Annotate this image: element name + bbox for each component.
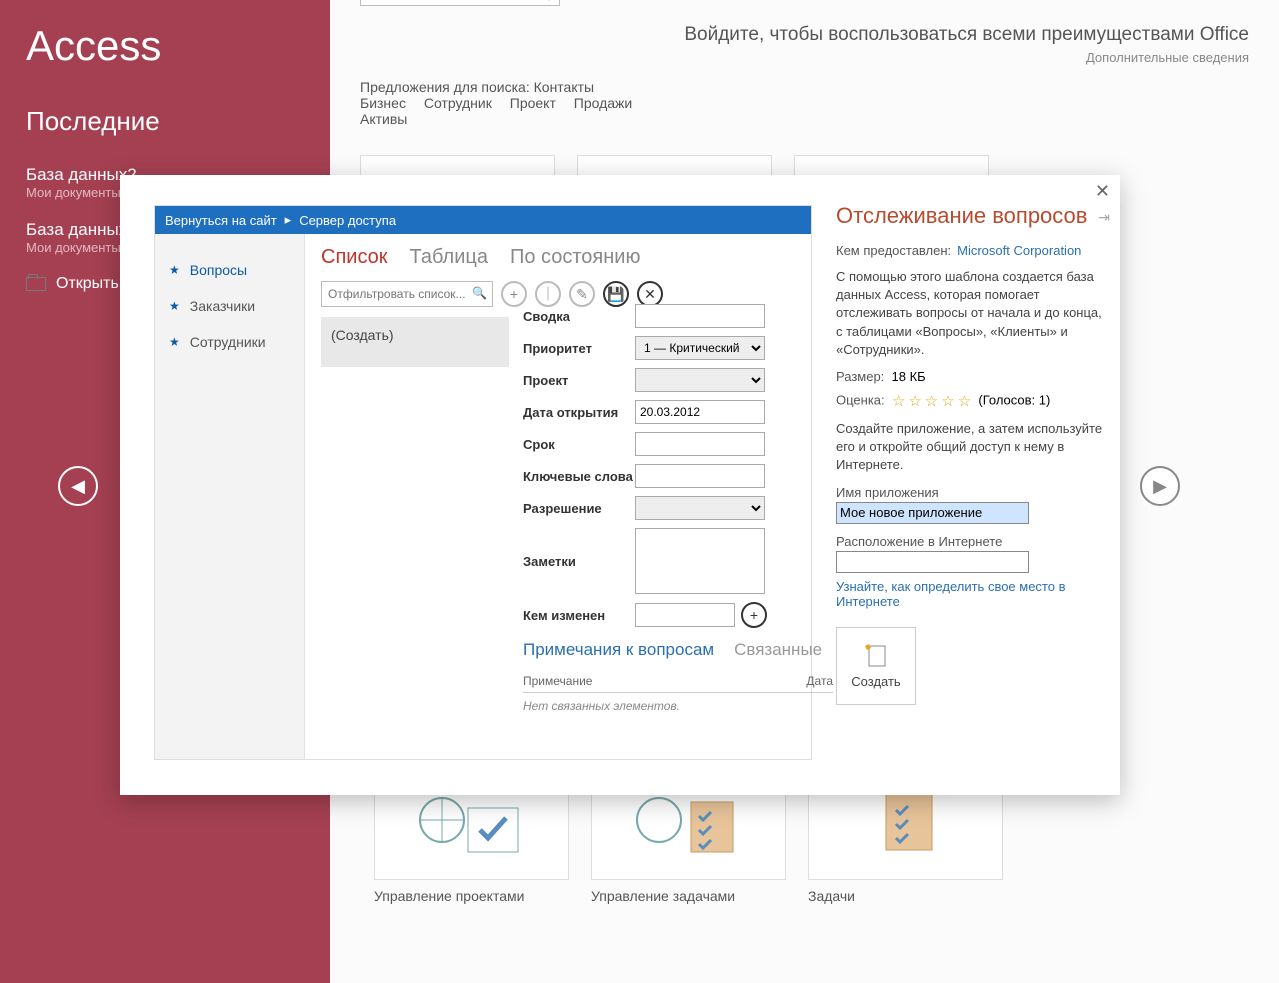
suggest-link[interactable]: Сотрудник (424, 95, 492, 111)
rating-label: Оценка: (836, 392, 885, 407)
col-header: Дата (806, 674, 833, 688)
template-caption: Управление задачами (591, 888, 786, 904)
subtab-notes[interactable]: Примечания к вопросам (523, 640, 714, 660)
filter-input[interactable] (321, 281, 493, 307)
app-name-label: Имя приложения (836, 485, 1104, 500)
star-icon: ☆ (958, 392, 971, 410)
field-label: Сводка (523, 309, 635, 324)
star-icon: ☆ (908, 392, 921, 410)
sidebar-item-employees[interactable]: ★Сотрудники (155, 324, 304, 360)
suggest-label: Предложения для поиска: (360, 79, 530, 95)
tab-table[interactable]: Таблица (410, 246, 488, 269)
field-label: Проект (523, 373, 635, 388)
next-template-arrow[interactable]: ▶ (1140, 466, 1180, 506)
col-header: Примечание (523, 674, 592, 688)
field-label: Приоритет (523, 341, 635, 356)
suggest-link[interactable]: Бизнес (360, 95, 406, 111)
signin-prompt[interactable]: Войдите, чтобы воспользоваться всеми пре… (360, 24, 1249, 46)
suggest-link[interactable]: Активы (360, 111, 407, 127)
create-description: Создайте приложение, а затем используйте… (836, 420, 1104, 475)
field-label: Заметки (523, 554, 635, 569)
project-select[interactable] (635, 368, 765, 392)
keywords-input[interactable] (635, 464, 765, 488)
size-label: Размер: (836, 369, 884, 384)
breadcrumb-current: Сервер доступа (299, 213, 396, 228)
star-icon: ☆ (941, 392, 954, 410)
provider-link[interactable]: Microsoft Corporation (957, 243, 1081, 258)
signin-more-link[interactable]: Дополнительные сведения (360, 50, 1249, 65)
preview-form: Сводка Приоритет1 — Критический Проект Д… (523, 304, 833, 713)
rating-stars[interactable]: ☆☆☆☆☆ (892, 392, 971, 410)
search-icon[interactable]: 🔍 (472, 286, 487, 300)
web-location-input[interactable] (836, 551, 1029, 573)
create-button-label: Создать (851, 674, 900, 689)
search-icon[interactable]: 🔍 (532, 0, 552, 2)
learn-web-link[interactable]: Узнайте, как определить свое место в Инт… (836, 579, 1104, 609)
field-label: Ключевые слова (523, 469, 635, 484)
due-input[interactable] (635, 432, 765, 456)
template-caption: Управление проектами (374, 888, 569, 904)
size-value: 18 КБ (892, 369, 926, 384)
recent-header: Последние (26, 106, 304, 137)
add-user-icon[interactable]: + (741, 602, 767, 628)
template-preview: Вернуться на сайт ▸ Сервер доступа ★Вопр… (154, 205, 812, 760)
new-file-icon (863, 642, 889, 668)
breadcrumb-link[interactable]: Вернуться на сайт (165, 213, 277, 228)
resolution-select[interactable] (635, 496, 765, 520)
template-title: Отслеживание вопросов (836, 203, 1104, 229)
create-button[interactable]: Создать (836, 627, 916, 705)
changed-by-input[interactable] (635, 603, 735, 627)
app-name-input[interactable] (836, 502, 1029, 524)
field-label: Разрешение (523, 501, 635, 516)
suggest-link[interactable]: Продажи (574, 95, 632, 111)
provided-by-label: Кем предоставлен: (836, 243, 951, 258)
prev-template-arrow[interactable]: ◀ (58, 466, 98, 506)
star-icon: ☆ (892, 392, 905, 410)
template-details: Отслеживание вопросов Кем предоставлен: M… (836, 203, 1104, 705)
suggest-link[interactable]: Проект (510, 95, 556, 111)
votes-count: (Голосов: 1) (978, 392, 1050, 407)
field-label: Срок (523, 437, 635, 452)
template-detail-modal: ✕ ⇥ Вернуться на сайт ▸ Сервер доступа ★… (120, 175, 1120, 795)
list-item-new[interactable]: (Создать) (321, 317, 509, 367)
tab-list[interactable]: Список (321, 246, 388, 269)
close-icon[interactable]: ✕ (1095, 181, 1110, 202)
preview-breadcrumb: Вернуться на сайт ▸ Сервер доступа (155, 206, 811, 234)
chevron-right-icon: ▸ (285, 212, 292, 228)
web-location-label: Расположение в Интернете (836, 534, 1104, 549)
suggest-link[interactable]: Контакты (534, 79, 594, 95)
template-description: С помощью этого шаблона создается база д… (836, 268, 1104, 359)
empty-message: Нет связанных элементов. (523, 699, 833, 713)
field-label: Кем изменен (523, 608, 635, 623)
app-title: Access (26, 22, 304, 70)
star-icon: ★ (169, 263, 180, 277)
priority-select[interactable]: 1 — Критический (635, 336, 765, 360)
template-caption: Задачи (808, 888, 1003, 904)
folder-icon (26, 277, 46, 291)
tab-by-status[interactable]: По состоянию (510, 246, 641, 269)
sidebar-item-issues[interactable]: ★Вопросы (155, 252, 304, 288)
field-label: Дата открытия (523, 405, 635, 420)
template-search-input[interactable] (360, 0, 560, 6)
sidebar-item-customers[interactable]: ★Заказчики (155, 288, 304, 324)
open-date-input[interactable] (635, 400, 765, 424)
star-icon: ★ (169, 299, 180, 313)
summary-input[interactable] (635, 304, 765, 328)
subtab-related[interactable]: Связанные (734, 640, 822, 660)
preview-sidebar: ★Вопросы ★Заказчики ★Сотрудники (155, 234, 305, 759)
notes-input[interactable] (635, 528, 765, 594)
star-icon: ★ (169, 335, 180, 349)
star-icon: ☆ (925, 392, 938, 410)
